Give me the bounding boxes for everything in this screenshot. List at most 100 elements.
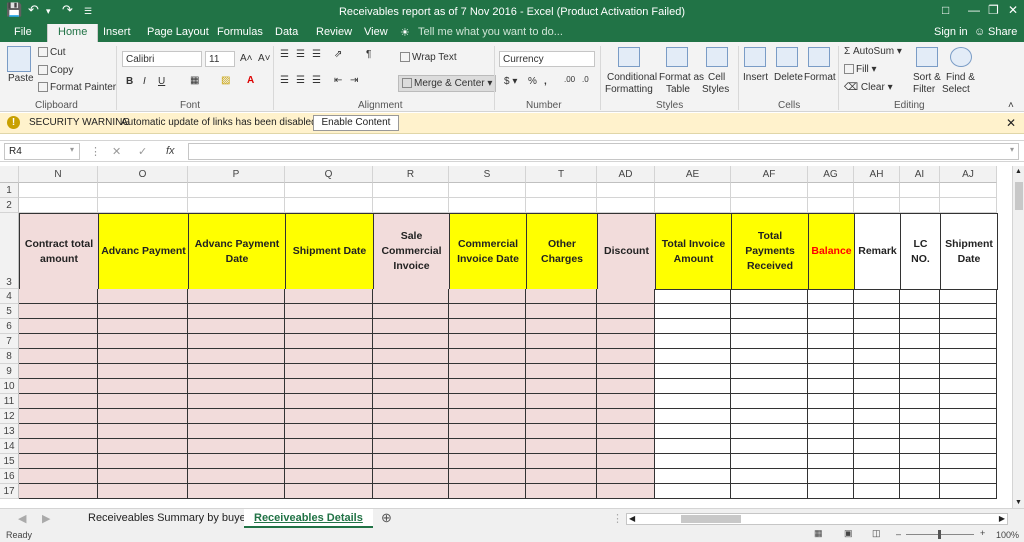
column-header[interactable]: P [188, 166, 285, 183]
table-cell[interactable] [285, 289, 373, 304]
table-cell[interactable] [940, 289, 997, 304]
table-cell[interactable] [597, 394, 655, 409]
table-cell[interactable] [188, 198, 285, 213]
table-cell[interactable] [285, 334, 373, 349]
table-cell[interactable] [98, 394, 188, 409]
column-header[interactable]: N [19, 166, 98, 183]
table-cell[interactable] [597, 304, 655, 319]
wrap-text-button[interactable]: Wrap Text [400, 52, 457, 63]
vertical-scroll-thumb[interactable] [1015, 182, 1023, 210]
name-box[interactable]: R4 [4, 143, 80, 160]
table-cell[interactable] [526, 439, 597, 454]
table-cell[interactable] [19, 379, 98, 394]
table-cell[interactable] [449, 409, 526, 424]
table-cell[interactable] [19, 394, 98, 409]
font-size-select[interactable]: 11 [205, 51, 235, 67]
table-cell[interactable] [900, 439, 940, 454]
table-cell[interactable] [19, 469, 98, 484]
table-cell[interactable] [655, 394, 731, 409]
table-cell[interactable] [808, 364, 854, 379]
tab-data[interactable]: Data [275, 26, 298, 38]
table-cell[interactable] [854, 198, 900, 213]
table-cell[interactable] [655, 349, 731, 364]
row-header[interactable]: 2 [0, 198, 19, 213]
table-cell[interactable] [731, 198, 808, 213]
table-cell[interactable] [854, 484, 900, 499]
sheet-tab-summary[interactable]: Receiveables Summary by buyer [78, 509, 259, 528]
number-format-select[interactable]: Currency [499, 51, 595, 67]
table-cell[interactable] [597, 469, 655, 484]
clear-button[interactable]: ⌫ Clear ▾ [844, 82, 893, 93]
table-cell[interactable] [940, 304, 997, 319]
table-cell[interactable] [188, 364, 285, 379]
find-select-label[interactable]: Find & [946, 72, 975, 83]
table-cell[interactable] [285, 183, 373, 198]
table-cell[interactable] [731, 304, 808, 319]
horizontal-scroll-thumb[interactable] [681, 515, 741, 523]
table-cell[interactable] [900, 469, 940, 484]
table-cell[interactable] [731, 289, 808, 304]
vertical-scrollbar[interactable]: ▲ ▼ [1012, 166, 1024, 508]
select-all-corner[interactable] [0, 166, 19, 183]
format-as-table-label-2[interactable]: Table [666, 84, 690, 95]
table-cell[interactable] [449, 379, 526, 394]
table-cell[interactable] [597, 289, 655, 304]
table-cell[interactable] [188, 379, 285, 394]
table-cell[interactable] [526, 454, 597, 469]
table-cell[interactable] [373, 424, 449, 439]
table-cell[interactable] [188, 469, 285, 484]
table-cell[interactable] [449, 198, 526, 213]
table-cell[interactable] [19, 439, 98, 454]
table-cell[interactable] [731, 349, 808, 364]
row-header[interactable]: 12 [0, 409, 19, 424]
table-cell[interactable] [900, 394, 940, 409]
align-bottom-icon[interactable]: ☰ [312, 49, 321, 60]
table-cell[interactable] [373, 379, 449, 394]
enable-content-button[interactable]: Enable Content [313, 115, 399, 131]
column-header[interactable]: AI [900, 166, 940, 183]
maximize-icon[interactable]: ❐ [988, 3, 999, 17]
prev-sheet-icon[interactable]: ◀ [18, 512, 26, 525]
table-cell[interactable] [808, 183, 854, 198]
table-cell[interactable] [854, 469, 900, 484]
zoom-slider-thumb[interactable] [938, 530, 941, 539]
table-cell[interactable] [98, 334, 188, 349]
cell-styles-label-2[interactable]: Styles [702, 84, 729, 95]
shrink-font-icon[interactable]: A˅ [258, 53, 271, 64]
new-sheet-icon[interactable]: ⊕ [381, 510, 392, 526]
table-cell[interactable] [188, 484, 285, 499]
table-cell[interactable] [526, 424, 597, 439]
table-cell[interactable] [731, 394, 808, 409]
table-cell[interactable] [526, 319, 597, 334]
table-cell[interactable] [19, 484, 98, 499]
row-header[interactable]: 11 [0, 394, 19, 409]
table-cell[interactable] [285, 469, 373, 484]
insert-cells-button[interactable]: Insert [743, 72, 768, 83]
copy-button[interactable]: Copy [38, 65, 73, 76]
autosum-button[interactable]: Σ AutoSum ▾ [844, 46, 902, 57]
table-cell[interactable] [940, 409, 997, 424]
fill-button[interactable]: Fill ▾ [844, 64, 877, 75]
table-cell[interactable] [900, 183, 940, 198]
table-cell[interactable] [98, 364, 188, 379]
table-cell[interactable] [98, 304, 188, 319]
table-cell[interactable] [940, 334, 997, 349]
tab-review[interactable]: Review [316, 26, 352, 38]
font-color-icon[interactable]: A [247, 75, 254, 86]
table-cell[interactable] [808, 319, 854, 334]
row-header[interactable]: 16 [0, 469, 19, 484]
table-cell[interactable] [854, 379, 900, 394]
table-cell[interactable] [285, 379, 373, 394]
table-cell[interactable] [854, 183, 900, 198]
row-header[interactable]: 14 [0, 439, 19, 454]
table-cell[interactable] [808, 424, 854, 439]
table-cell[interactable] [854, 409, 900, 424]
table-cell[interactable] [940, 469, 997, 484]
font-name-select[interactable]: Calibri [122, 51, 202, 67]
table-cell[interactable] [449, 424, 526, 439]
table-cell[interactable] [19, 364, 98, 379]
table-cell[interactable] [285, 424, 373, 439]
table-cell[interactable] [373, 198, 449, 213]
align-right-icon[interactable]: ☰ [312, 75, 321, 86]
table-cell[interactable] [940, 454, 997, 469]
